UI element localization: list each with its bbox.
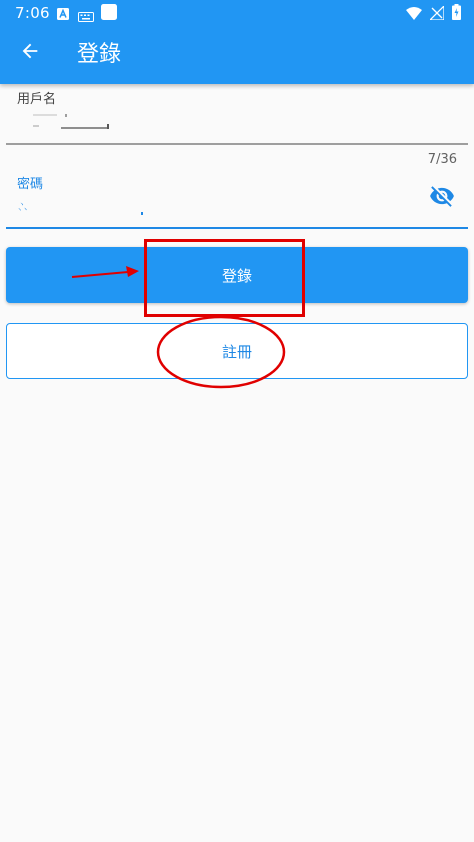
toolbar: 登錄 (0, 26, 474, 84)
status-time: 7:06 (15, 4, 50, 22)
username-underline (6, 143, 468, 145)
register-button-label: 註冊 (221, 342, 252, 361)
keyboard-icon (78, 7, 94, 26)
eye-off-icon (429, 183, 455, 213)
password-underline (6, 227, 468, 229)
username-obscured-marks (33, 114, 109, 129)
login-button[interactable]: 登錄 (6, 247, 468, 303)
battery-charging-icon (452, 4, 461, 24)
android-notification-icon (57, 5, 69, 24)
password-visibility-toggle[interactable] (425, 181, 459, 215)
login-button-label: 登錄 (221, 266, 252, 285)
arrow-left-icon (19, 40, 41, 66)
username-label: 用戶名 (17, 92, 57, 107)
page-title: 登錄 (77, 42, 122, 67)
square-notification-icon (101, 4, 117, 24)
password-value: 𠁼 (17, 201, 28, 214)
no-signal-icon (428, 3, 445, 24)
password-label: 密碼 (17, 177, 44, 192)
status-bar: 7:06 (0, 0, 474, 26)
password-input[interactable]: 𠁼 (17, 199, 417, 221)
back-button[interactable] (8, 31, 52, 75)
username-input-value[interactable] (17, 112, 217, 134)
app-bar: 7:06 登錄 (0, 0, 474, 84)
status-right-icons (406, 3, 461, 24)
register-button[interactable]: 註冊 (6, 323, 468, 379)
text-cursor (141, 212, 143, 215)
password-char-counter: 7/36 (427, 152, 457, 167)
wifi-icon (406, 5, 422, 24)
